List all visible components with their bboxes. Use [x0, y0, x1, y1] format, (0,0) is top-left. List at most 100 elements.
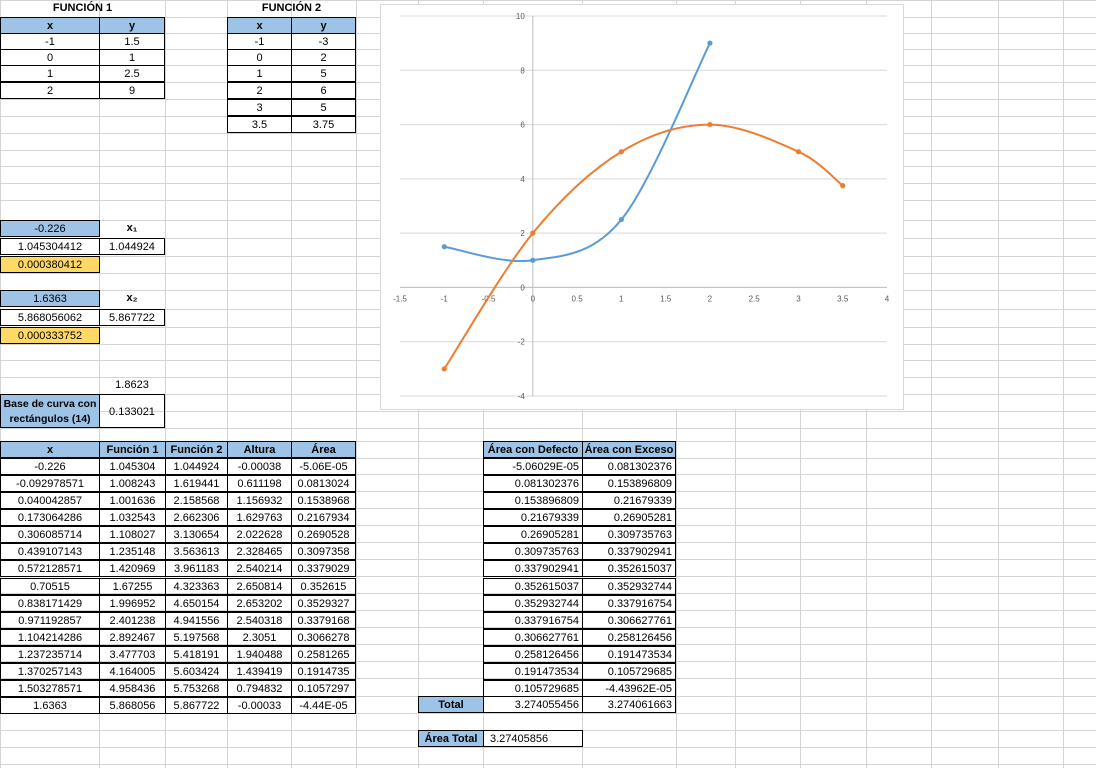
table-cell[interactable]: 2.540318 [227, 612, 292, 629]
function1-x-cell[interactable]: 0 [0, 49, 100, 66]
table-cell[interactable]: 2.650814 [227, 578, 292, 595]
table-cell[interactable]: 0.3379029 [291, 560, 356, 577]
intersection1-f2-cell[interactable]: 1.044924 [99, 238, 165, 255]
scatter-chart[interactable]: -4 -2 0 2 4 6 8 10 -1.5 -1 -0.5 0 0.5 1 1.5 2 2.5 3 3.5 4 [380, 4, 904, 410]
table-cell[interactable]: 3.961183 [165, 560, 228, 577]
table-cell[interactable]: 1.032543 [99, 509, 166, 526]
series-2-point[interactable] [840, 183, 846, 189]
table-cell[interactable]: 0.971192857 [0, 612, 100, 629]
area-cell[interactable]: 0.337902941 [483, 560, 583, 577]
area-cell[interactable]: 0.352615037 [582, 560, 676, 577]
function2-y-cell[interactable]: -3 [291, 33, 356, 50]
function2-x-cell[interactable]: 3 [227, 99, 292, 116]
intersection1-difference-cell[interactable]: 0.000380412 [0, 256, 100, 273]
table-cell[interactable]: 3.563613 [165, 543, 228, 560]
table-cell[interactable]: 4.164005 [99, 663, 166, 680]
table-cell[interactable]: 1.045304 [99, 458, 166, 475]
area-cell[interactable]: 0.26905281 [582, 509, 676, 526]
area-cell[interactable]: 0.191473534 [483, 663, 583, 680]
area-total-value-cell[interactable]: 3.27405856 [483, 730, 583, 747]
total-defect-cell[interactable]: 3.274055456 [483, 696, 583, 713]
function2-y-cell[interactable]: 3.75 [291, 116, 356, 133]
table-cell[interactable]: 0.306085714 [0, 526, 100, 543]
area-header[interactable]: Área con Defecto [483, 441, 583, 458]
area-cell[interactable]: 0.352932744 [582, 578, 676, 595]
function1-y-cell[interactable]: 9 [99, 82, 165, 99]
function1-x-cell[interactable]: -1 [0, 33, 100, 50]
intersection1-x-cell[interactable]: -0.226 [0, 220, 100, 237]
series-2-point[interactable] [530, 230, 536, 236]
area-cell[interactable]: 0.081302376 [483, 475, 583, 492]
series-2-point[interactable] [707, 121, 713, 128]
table-cell[interactable]: 1.439419 [227, 663, 292, 680]
table-cell[interactable]: 5.603424 [165, 663, 228, 680]
function2-x-cell[interactable]: 1 [227, 65, 292, 82]
table-cell[interactable]: 1.629763 [227, 509, 292, 526]
function1-x-header[interactable]: x [0, 17, 100, 34]
function2-y-cell[interactable]: 5 [291, 65, 356, 82]
table-cell[interactable]: 5.867722 [165, 697, 228, 714]
table-cell[interactable]: -5.06E-05 [291, 458, 356, 475]
table-cell[interactable]: 2.892467 [99, 629, 166, 646]
table-cell[interactable]: 1.619441 [165, 475, 228, 492]
table-cell[interactable]: 0.173064286 [0, 509, 100, 526]
area-cell[interactable]: 0.337916754 [483, 612, 583, 629]
table-cell[interactable]: -0.226 [0, 458, 100, 475]
area-cell[interactable]: 0.153896809 [483, 492, 583, 509]
table-cell[interactable]: 0.3379168 [291, 612, 356, 629]
function2-y-cell[interactable]: 6 [291, 82, 356, 99]
table-cell[interactable]: 2.3051 [227, 629, 292, 646]
table-cell[interactable]: 0.352615 [291, 578, 356, 595]
series-1-point[interactable] [707, 40, 713, 46]
table-header[interactable]: Función 1 [99, 441, 166, 458]
intersection2-x-cell[interactable]: 1.6363 [0, 290, 100, 307]
table-cell[interactable]: 0.572128571 [0, 560, 100, 577]
series-2-point[interactable] [618, 149, 624, 155]
area-cell[interactable]: 0.191473534 [582, 646, 676, 663]
function2-x-cell[interactable]: -1 [227, 33, 292, 50]
area-cell[interactable]: 0.081302376 [582, 458, 676, 475]
table-cell[interactable]: -4.44E-05 [291, 697, 356, 714]
table-cell[interactable]: 0.838171429 [0, 595, 100, 612]
intersection2-f1-cell[interactable]: 5.868056062 [0, 309, 100, 326]
table-cell[interactable]: 4.650154 [165, 595, 228, 612]
table-cell[interactable]: 1.008243 [99, 475, 166, 492]
area-cell[interactable]: 0.306627761 [582, 612, 676, 629]
table-cell[interactable]: 1.235148 [99, 543, 166, 560]
table-cell[interactable]: 0.2690528 [291, 526, 356, 543]
table-cell[interactable]: -0.00038 [227, 458, 292, 475]
area-cell[interactable]: 0.153896809 [582, 475, 676, 492]
series-1-point[interactable] [530, 257, 536, 263]
series-1-point[interactable] [618, 216, 624, 223]
table-header[interactable]: Función 2 [165, 441, 228, 458]
table-cell[interactable]: 1.104214286 [0, 629, 100, 646]
table-cell[interactable]: 1.001636 [99, 492, 166, 509]
area-cell[interactable]: 0.337902941 [582, 543, 676, 560]
area-cell[interactable]: -5.06029E-05 [483, 458, 583, 475]
area-cell[interactable]: 0.306627761 [483, 629, 583, 646]
table-cell[interactable]: -0.092978571 [0, 475, 100, 492]
table-cell[interactable]: 1.940488 [227, 646, 292, 663]
table-cell[interactable]: 2.662306 [165, 509, 228, 526]
area-header[interactable]: Área con Exceso [582, 441, 676, 458]
table-header[interactable]: Altura [227, 441, 292, 458]
series-1-point[interactable] [441, 244, 447, 250]
table-cell[interactable]: 0.1057297 [291, 680, 356, 697]
table-cell[interactable]: 1.67255 [99, 578, 166, 595]
interval-width-cell[interactable]: 1.8623 [99, 377, 165, 394]
base-label-cell[interactable]: Base de curva con rectángulos (14) [0, 394, 100, 428]
table-cell[interactable]: 0.1914735 [291, 663, 356, 680]
table-cell[interactable]: 0.439107143 [0, 543, 100, 560]
area-cell[interactable]: 0.105729685 [483, 680, 583, 697]
function2-y-header[interactable]: y [291, 17, 356, 34]
table-cell[interactable]: 0.3066278 [291, 629, 356, 646]
area-cell[interactable]: 0.309735763 [582, 526, 676, 543]
table-cell[interactable]: 2.401238 [99, 612, 166, 629]
function2-x-cell[interactable]: 3.5 [227, 116, 292, 133]
table-cell[interactable]: 1.237235714 [0, 646, 100, 663]
area-cell[interactable]: 0.105729685 [582, 663, 676, 680]
base-value-cell[interactable]: 0.133021 [99, 394, 165, 428]
area-cell[interactable]: 0.352615037 [483, 578, 583, 595]
intersection1-f1-cell[interactable]: 1.045304412 [0, 238, 100, 255]
table-cell[interactable]: 1.996952 [99, 595, 166, 612]
